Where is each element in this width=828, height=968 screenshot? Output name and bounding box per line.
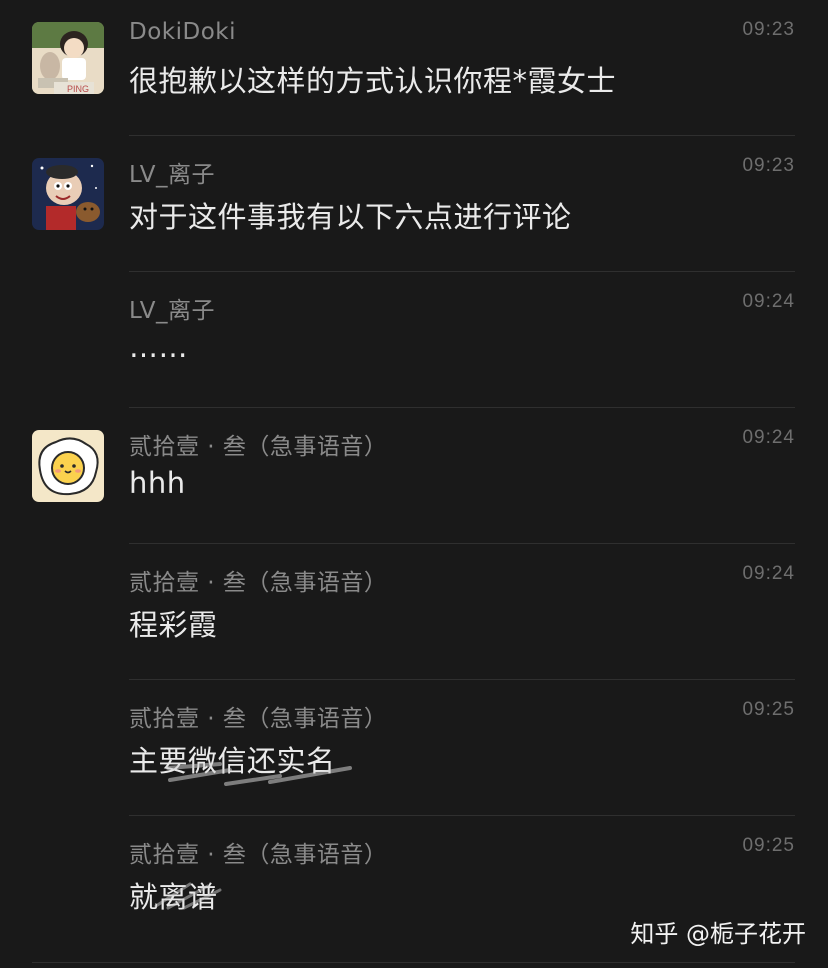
cartoon-character-avatar[interactable] xyxy=(32,158,104,230)
message-item[interactable]: 贰拾壹 · 叁（急事语音） 09:24 程彩霞 xyxy=(0,544,828,680)
message-time: 09:24 xyxy=(742,563,795,584)
anime-girl-avatar[interactable]: PING xyxy=(32,22,104,94)
message-item[interactable]: LV_离子 09:23 对于这件事我有以下六点进行评论 xyxy=(0,136,828,272)
message-item[interactable]: PING DokiDoki 09:23 很抱歉以这样的方式认识你程*霞女士 xyxy=(0,0,828,136)
cartoon-character-avatar-image xyxy=(32,158,104,230)
message-text: hhh xyxy=(129,466,186,500)
avatar-badge-text: PING xyxy=(67,84,89,94)
message-text: 就离谱 xyxy=(129,880,218,914)
message-text: 程彩霞 xyxy=(129,608,218,642)
chat-message-list: PING DokiDoki 09:23 很抱歉以这样的方式认识你程*霞女士 LV… xyxy=(0,0,828,968)
message-time: 09:23 xyxy=(742,155,795,176)
fried-egg-avatar-image xyxy=(32,430,104,502)
message-sender: DokiDoki xyxy=(129,19,236,45)
message-text: …… xyxy=(129,330,188,364)
message-sender: 贰拾壹 · 叁（急事语音） xyxy=(129,570,388,596)
message-text: 主要微信还实名 xyxy=(129,744,336,778)
message-text: 很抱歉以这样的方式认识你程*霞女士 xyxy=(129,64,617,98)
message-item[interactable]: 贰拾壹 · 叁（急事语音） 09:25 主要微信还实名 xyxy=(0,680,828,816)
message-time: 09:24 xyxy=(742,291,795,312)
anime-girl-avatar-image: PING xyxy=(32,22,104,94)
message-sender: 贰拾壹 · 叁（急事语音） xyxy=(129,434,388,460)
message-time: 09:25 xyxy=(742,835,795,856)
message-time: 09:24 xyxy=(742,427,795,448)
message-item[interactable]: 贰拾壹 · 叁（急事语音） 09:24 hhh xyxy=(0,408,828,544)
fried-egg-avatar[interactable] xyxy=(32,430,104,502)
message-time: 09:25 xyxy=(742,699,795,720)
message-sender: LV_离子 xyxy=(129,162,216,188)
message-text: 对于这件事我有以下六点进行评论 xyxy=(129,200,572,234)
message-sender: 贰拾壹 · 叁（急事语音） xyxy=(129,706,388,732)
message-time: 09:23 xyxy=(742,19,795,40)
message-sender: 贰拾壹 · 叁（急事语音） xyxy=(129,842,388,868)
zhihu-watermark: 知乎 @栀子花开 xyxy=(630,920,806,948)
message-item[interactable]: LV_离子 09:24 …… xyxy=(0,272,828,408)
bottom-divider xyxy=(32,962,795,963)
message-sender: LV_离子 xyxy=(129,298,216,324)
